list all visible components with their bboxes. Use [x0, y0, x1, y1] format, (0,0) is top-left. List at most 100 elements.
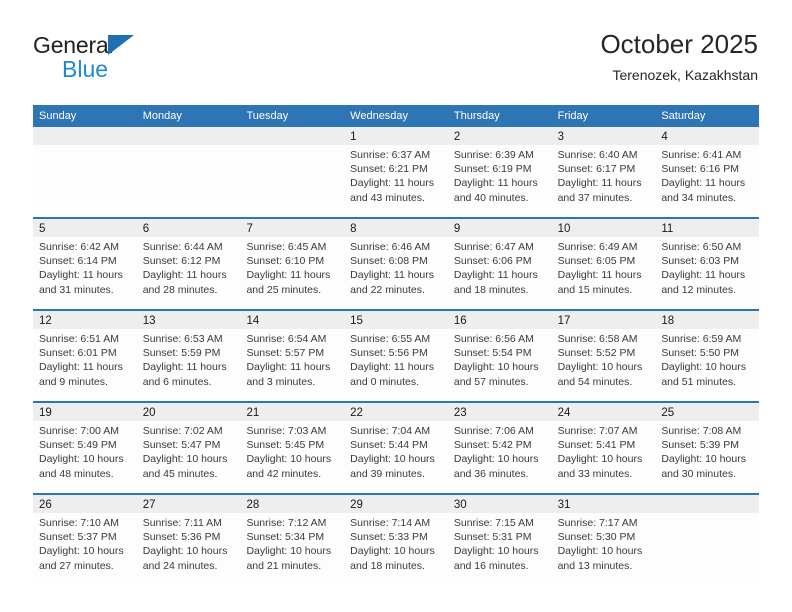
sunset-text: Sunset: 5:47 PM	[142, 439, 221, 452]
calendar-week-row: 26 Sunrise: 7:10 AM Sunset: 5:37 PM Dayligh…	[33, 493, 760, 585]
daylight-text-line1: Daylight: 10 hours	[246, 545, 332, 558]
general-blue-logo[interactable]: General Blue	[33, 32, 253, 94]
logo-triangle-icon	[108, 35, 134, 55]
calendar-week-row: 12 Sunrise: 6:51 AM Sunset: 6:01 PM Dayligh…	[33, 309, 760, 401]
calendar-day-cell[interactable]: 15 Sunrise: 6:55 AM Sunset: 5:56 PM Dayligh…	[344, 311, 448, 401]
sunset-text: Sunset: 5:45 PM	[246, 439, 325, 452]
calendar-day-cell[interactable]: 29 Sunrise: 7:14 AM Sunset: 5:33 PM Dayligh…	[344, 495, 448, 585]
day-number: 7	[246, 223, 253, 235]
calendar-day-cell[interactable]: 24 Sunrise: 7:07 AM Sunset: 5:41 PM Dayligh…	[551, 403, 656, 493]
calendar-day-cell[interactable]: 2 Sunrise: 6:39 AM Sunset: 6:19 PM Daylight…	[447, 127, 552, 217]
sunrise-text: Sunrise: 6:56 AM	[453, 333, 534, 345]
daylight-text-line1: Daylight: 11 hours	[142, 361, 227, 374]
sunset-text: Sunset: 5:52 PM	[557, 347, 636, 360]
daylight-text-line2: and 30 minutes.	[661, 467, 737, 480]
calendar-day-cell[interactable]: 7 Sunrise: 6:45 AM Sunset: 6:10 PM Daylight…	[240, 219, 345, 309]
calendar-day-cell[interactable]: 21 Sunrise: 7:03 AM Sunset: 5:45 PM Dayligh…	[240, 403, 345, 493]
day-details: Sunrise: 7:15 AM Sunset: 5:31 PM Daylight:…	[448, 513, 552, 573]
sunset-text: Sunset: 6:21 PM	[350, 163, 428, 176]
sunset-text: Sunset: 5:49 PM	[39, 439, 117, 452]
calendar-day-cell[interactable]: 9 Sunrise: 6:47 AM Sunset: 6:06 PM Daylight…	[447, 219, 552, 309]
page-subtitle: Terenozek, Kazakhstan	[612, 67, 758, 83]
calendar-day-cell[interactable]: 19 Sunrise: 7:00 AM Sunset: 5:49 PM Dayligh…	[33, 403, 137, 493]
sunrise-text: Sunrise: 6:58 AM	[557, 333, 638, 345]
weekday-header-row: Sunday Monday Tuesday Wednesday Thursday Frid…	[33, 105, 759, 127]
daylight-text-line1: Daylight: 10 hours	[350, 545, 435, 558]
daylight-text-line2: and 36 minutes.	[453, 467, 529, 480]
calendar-day-cell[interactable]: 23 Sunrise: 7:06 AM Sunset: 5:42 PM Dayligh…	[447, 403, 552, 493]
day-details: Sunrise: 6:37 AM Sunset: 6:21 PM Daylight:…	[344, 145, 448, 205]
calendar-day-cell[interactable]: 3 Sunrise: 6:40 AM Sunset: 6:17 PM Daylight…	[551, 127, 656, 217]
sunrise-text: Sunrise: 7:08 AM	[661, 425, 742, 437]
calendar-day-cell[interactable]: 5 Sunrise: 6:42 AM Sunset: 6:14 PM Daylight…	[33, 219, 137, 309]
calendar-day-cell[interactable]: 8 Sunrise: 6:46 AM Sunset: 6:08 PM Daylight…	[344, 219, 448, 309]
daylight-text-line2: and 48 minutes.	[39, 467, 114, 480]
daylight-text-line2: and 25 minutes.	[246, 283, 322, 296]
sunrise-text: Sunrise: 6:44 AM	[142, 241, 223, 253]
calendar-day-cell[interactable]: 16 Sunrise: 6:56 AM Sunset: 5:54 PM Dayligh…	[447, 311, 552, 401]
daylight-text-line2: and 21 minutes.	[246, 559, 322, 572]
day-number-band: 25	[655, 403, 760, 421]
calendar-day-cell[interactable]: 14 Sunrise: 6:54 AM Sunset: 5:57 PM Dayligh…	[240, 311, 345, 401]
calendar-day-cell[interactable]: 10 Sunrise: 6:49 AM Sunset: 6:05 PM Dayligh…	[551, 219, 656, 309]
daylight-text-line1: Daylight: 11 hours	[661, 177, 746, 190]
day-number-band	[33, 127, 137, 145]
daylight-text-line2: and 16 minutes.	[453, 559, 529, 572]
daylight-text-line1: Daylight: 11 hours	[246, 361, 331, 374]
calendar-day-cell[interactable]: 17 Sunrise: 6:58 AM Sunset: 5:52 PM Dayligh…	[551, 311, 656, 401]
calendar-day-cell[interactable]: 4 Sunrise: 6:41 AM Sunset: 6:16 PM Daylight…	[655, 127, 760, 217]
sunset-text: Sunset: 5:39 PM	[661, 439, 739, 452]
daylight-text-line1: Daylight: 10 hours	[661, 453, 746, 466]
day-number: 23	[453, 407, 467, 419]
sunrise-text: Sunrise: 6:40 AM	[557, 149, 638, 161]
daylight-text-line1: Daylight: 11 hours	[350, 177, 435, 190]
calendar-day-cell[interactable]: 6 Sunrise: 6:44 AM Sunset: 6:12 PM Daylight…	[136, 219, 241, 309]
daylight-text-line2: and 42 minutes.	[246, 467, 322, 480]
calendar-day-cell[interactable]: 31 Sunrise: 7:17 AM Sunset: 5:30 PM Dayligh…	[551, 495, 656, 585]
calendar-day-cell[interactable]: 28 Sunrise: 7:12 AM Sunset: 5:34 PM Dayligh…	[240, 495, 345, 585]
day-number-band: 9	[447, 219, 552, 237]
sunrise-text: Sunrise: 6:50 AM	[661, 241, 742, 253]
calendar-day-cell[interactable]: 1 Sunrise: 6:37 AM Sunset: 6:21 PM Daylight…	[344, 127, 448, 217]
sunset-text: Sunset: 6:14 PM	[39, 255, 117, 268]
day-details: Sunrise: 6:45 AM Sunset: 6:10 PM Daylight:…	[240, 237, 344, 297]
sunrise-text: Sunrise: 7:00 AM	[39, 425, 119, 437]
calendar-day-cell[interactable]: 25 Sunrise: 7:08 AM Sunset: 5:39 PM Dayligh…	[655, 403, 760, 493]
day-number: 28	[246, 499, 260, 511]
sunset-text: Sunset: 5:31 PM	[453, 531, 532, 544]
sunrise-text: Sunrise: 7:12 AM	[246, 517, 327, 529]
day-number: 15	[350, 315, 363, 327]
day-number-band: 6	[136, 219, 241, 237]
calendar-day-cell[interactable]: 12 Sunrise: 6:51 AM Sunset: 6:01 PM Dayligh…	[33, 311, 137, 401]
daylight-text-line1: Daylight: 11 hours	[142, 269, 227, 282]
calendar-day-cell[interactable]: 18 Sunrise: 6:59 AM Sunset: 5:50 PM Dayligh…	[655, 311, 760, 401]
daylight-text-line2: and 34 minutes.	[661, 191, 737, 204]
daylight-text-line2: and 24 minutes.	[142, 559, 218, 572]
title-block: October 2025 Terenozek, Kazakhstan	[600, 28, 758, 85]
calendar-day-cell[interactable]: 22 Sunrise: 7:04 AM Sunset: 5:44 PM Dayligh…	[344, 403, 448, 493]
sunset-text: Sunset: 6:17 PM	[557, 163, 636, 176]
day-number: 19	[39, 407, 52, 419]
day-details: Sunrise: 6:42 AM Sunset: 6:14 PM Daylight:…	[33, 237, 137, 297]
calendar-day-cell[interactable]: 20 Sunrise: 7:02 AM Sunset: 5:47 PM Dayligh…	[136, 403, 241, 493]
logo-text-blue: Blue	[62, 56, 109, 82]
sunrise-text: Sunrise: 7:03 AM	[246, 425, 327, 437]
sunset-text: Sunset: 6:03 PM	[661, 255, 739, 268]
calendar-day-cell[interactable]: 11 Sunrise: 6:50 AM Sunset: 6:03 PM Dayligh…	[655, 219, 760, 309]
calendar-week-row: 5 Sunrise: 6:42 AM Sunset: 6:14 PM Daylight…	[33, 217, 760, 309]
calendar-day-cell[interactable]: 13 Sunrise: 6:53 AM Sunset: 5:59 PM Dayligh…	[136, 311, 241, 401]
daylight-text-line1: Daylight: 11 hours	[246, 269, 331, 282]
daylight-text-line2: and 45 minutes.	[142, 467, 218, 480]
calendar-day-cell[interactable]: 27 Sunrise: 7:11 AM Sunset: 5:36 PM Dayligh…	[136, 495, 241, 585]
daylight-text-line1: Daylight: 10 hours	[453, 453, 539, 466]
daylight-text-line1: Daylight: 10 hours	[39, 453, 124, 466]
calendar-day-cell[interactable]: 30 Sunrise: 7:15 AM Sunset: 5:31 PM Dayligh…	[447, 495, 552, 585]
day-number-band: 13	[136, 311, 241, 329]
day-number-band: 12	[33, 311, 137, 329]
day-number-band: 3	[551, 127, 656, 145]
calendar-day-cell[interactable]: 26 Sunrise: 7:10 AM Sunset: 5:37 PM Dayligh…	[33, 495, 137, 585]
calendar-day-cell-empty	[136, 127, 241, 217]
day-number: 27	[142, 499, 156, 511]
daylight-text-line2: and 6 minutes.	[142, 375, 212, 388]
day-details: Sunrise: 6:59 AM Sunset: 5:50 PM Daylight:…	[655, 329, 759, 389]
